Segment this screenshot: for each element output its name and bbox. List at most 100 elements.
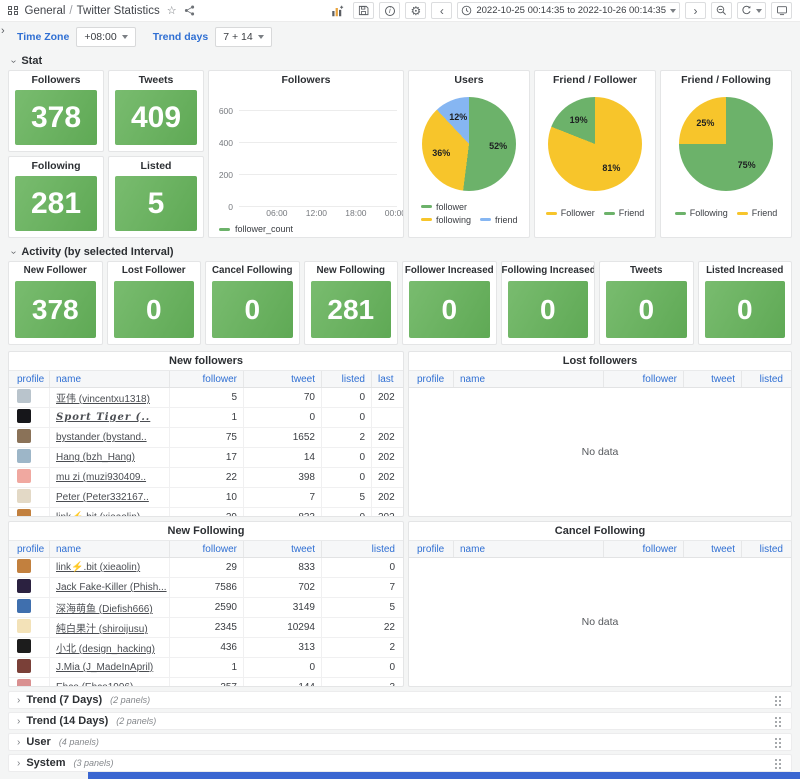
table-row: Jack Fake-Killer (Phish... 7586 702 7 — [9, 578, 403, 598]
column-header-listed[interactable]: listed — [741, 541, 789, 557]
user-profile-link[interactable]: 亚伟 (vincentxu1318) — [56, 390, 150, 405]
row-header-stat[interactable]: › Stat — [12, 54, 42, 68]
profile-avatar — [17, 619, 31, 633]
legend-item[interactable]: follower — [421, 202, 467, 212]
refresh-button[interactable] — [737, 2, 766, 19]
column-header-profile[interactable]: profile — [409, 374, 453, 385]
pie-legend[interactable]: Follower Friend — [535, 191, 655, 237]
column-header-name[interactable]: name — [49, 541, 169, 557]
dashboard-settings-gear-icon[interactable]: ⚙ — [405, 2, 426, 19]
legend-item[interactable]: Following — [675, 208, 728, 218]
dashboard-title[interactable]: Twitter Statistics — [77, 5, 160, 17]
column-header-listed[interactable]: listed — [741, 371, 789, 387]
legend-item[interactable]: Follower — [546, 208, 595, 218]
user-profile-link[interactable]: 純白果汁 (shiroijusu) — [56, 620, 148, 635]
trend-days-select[interactable]: 7 + 14 — [215, 27, 272, 47]
column-header-listed[interactable]: listed — [321, 541, 401, 557]
legend-item[interactable]: following — [421, 215, 471, 225]
column-header-last[interactable]: last — [371, 371, 401, 387]
add-panel-icon[interactable] — [327, 2, 348, 19]
follower-count: 29 — [169, 508, 243, 516]
column-header-profile[interactable]: profile — [9, 544, 49, 555]
favorite-star-icon[interactable]: ☆ — [167, 4, 177, 17]
dashboards-grid-icon[interactable] — [8, 6, 18, 16]
column-header-tweet[interactable]: tweet — [243, 541, 321, 557]
user-profile-link[interactable]: 深海萌鱼 (Diefish666) — [56, 600, 153, 615]
save-dashboard-icon[interactable] — [353, 2, 374, 19]
user-profile-link[interactable]: link⚡.bit (xieaolin) — [56, 512, 140, 516]
tweet-count: 0 — [243, 408, 321, 427]
users-pie-panel: Users 52%36%12% followerfollowingfriend — [408, 70, 530, 238]
user-profile-link[interactable]: Peter (Peter332167.. — [56, 492, 149, 503]
column-header-follower[interactable]: follower — [603, 371, 683, 387]
y-axis: 0200400600 — [209, 95, 235, 207]
user-profile-link[interactable]: mu zi (muzi930409.. — [56, 472, 146, 483]
pie-legend[interactable]: follower following friend — [409, 191, 529, 237]
legend-item[interactable]: Friend — [604, 208, 645, 218]
drag-handle-icon[interactable] — [774, 737, 783, 748]
user-profile-link[interactable]: Ehco (Ehco1996) — [56, 682, 133, 686]
tweet-count: 14 — [243, 448, 321, 467]
user-profile-link[interactable]: J.Mia (J_MadeInApril) — [56, 662, 153, 673]
time-range-picker[interactable]: 2022-10-25 00:14:35 to 2022-10-26 00:14:… — [457, 2, 680, 19]
user-profile-link[interactable]: Jack Fake-Killer (Phish... — [56, 582, 167, 593]
column-header-name[interactable]: name — [453, 541, 603, 557]
user-profile-link[interactable]: Hang (bzh_Hang) — [56, 452, 135, 463]
legend-item[interactable]: Friend — [737, 208, 778, 218]
row-header-trend-7-days[interactable]: › Trend (7 Days) (2 panels) — [8, 691, 792, 709]
drag-handle-icon[interactable] — [774, 758, 783, 769]
zoom-out-time-icon[interactable] — [711, 2, 732, 19]
tv-kiosk-mode-icon[interactable] — [771, 2, 792, 19]
tweet-count: 10294 — [243, 618, 321, 637]
column-header-profile[interactable]: profile — [9, 374, 49, 385]
stat-panel-new-following: New Following 281 — [304, 261, 399, 345]
user-profile-link[interactable]: link⚡.bit (xieaolin) — [56, 562, 140, 573]
user-profile-link[interactable]: 小北 (design_hacking) — [56, 640, 155, 655]
refresh-interval-caret-icon[interactable] — [756, 9, 762, 13]
timezone-select[interactable]: +08:00 — [76, 27, 135, 47]
chevron-right-icon: › — [17, 758, 20, 769]
follower-count: 2345 — [169, 618, 243, 637]
pie-chart[interactable]: 52%36%12% — [422, 97, 516, 191]
sidebar-expand-icon[interactable]: › — [1, 25, 5, 37]
column-header-name[interactable]: name — [49, 371, 169, 387]
row-header-trend-14-days[interactable]: › Trend (14 Days) (2 panels) — [8, 712, 792, 730]
column-header-profile[interactable]: profile — [409, 544, 453, 555]
column-header-listed[interactable]: listed — [321, 371, 371, 387]
dashboard-insights-icon[interactable]: i — [379, 2, 400, 19]
user-profile-link[interactable]: Sport Tiger (.. — [56, 412, 150, 423]
profile-avatar — [17, 559, 31, 573]
user-profile-link[interactable]: bystander (bystand.. — [56, 432, 147, 443]
chart-legend[interactable]: follower_count — [219, 224, 293, 234]
tweet-count: 313 — [243, 638, 321, 657]
row-header-system[interactable]: › System (3 panels) — [8, 754, 792, 772]
row-header-activity[interactable]: › Activity (by selected Interval) — [12, 245, 174, 259]
column-header-tweet[interactable]: tweet — [683, 371, 741, 387]
column-header-name[interactable]: name — [453, 371, 603, 387]
no-data-message: No data — [582, 446, 619, 458]
legend-item[interactable]: friend — [480, 215, 518, 225]
share-icon[interactable] — [184, 5, 195, 16]
time-shift-back-button[interactable]: ‹ — [431, 2, 452, 19]
drag-handle-icon[interactable] — [774, 695, 783, 706]
column-header-follower[interactable]: follower — [169, 541, 243, 557]
pie-legend[interactable]: Following Friend — [661, 191, 791, 237]
stat-value: 0 — [606, 281, 687, 338]
new-followers-table-panel: New followers profile name follower twee… — [8, 351, 404, 517]
column-header-follower[interactable]: follower — [169, 371, 243, 387]
breadcrumb-root[interactable]: General — [25, 5, 66, 17]
column-header-tweet[interactable]: tweet — [683, 541, 741, 557]
listed-count: 0 — [321, 658, 401, 677]
pie-slice-label: 19% — [570, 115, 588, 125]
row-header-user[interactable]: › User (4 panels) — [8, 733, 792, 751]
followers-line-chart[interactable]: 0200400600 06:0012:0018:0000:00 follower… — [209, 89, 403, 237]
pie-chart[interactable]: 75%25% — [679, 97, 773, 191]
chevron-right-icon: › — [17, 737, 20, 748]
tables-row-1: New followers profile name follower twee… — [8, 351, 792, 517]
drag-handle-icon[interactable] — [774, 716, 783, 727]
table-row: 小北 (design_hacking) 436 313 2 — [9, 638, 403, 658]
pie-chart[interactable]: 81%19% — [548, 97, 642, 191]
column-header-follower[interactable]: follower — [603, 541, 683, 557]
time-shift-forward-button[interactable]: › — [685, 2, 706, 19]
column-header-tweet[interactable]: tweet — [243, 371, 321, 387]
